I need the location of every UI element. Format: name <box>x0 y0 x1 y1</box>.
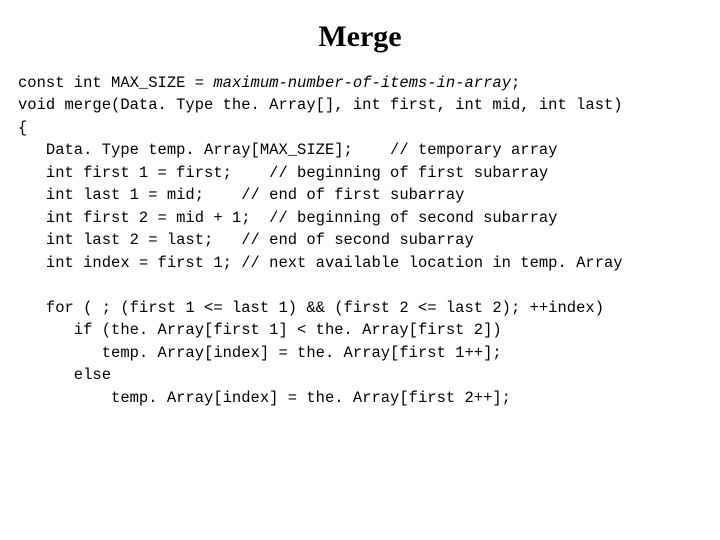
code-line-13: temp. Array[index] = the. Array[first 1+… <box>18 344 502 362</box>
code-line-8: int last 2 = last; // end of second suba… <box>18 231 474 249</box>
code-line-9: int index = first 1; // next available l… <box>18 254 623 272</box>
code-line-7: int first 2 = mid + 1; // beginning of s… <box>18 209 558 227</box>
slide: Merge const int MAX_SIZE = maximum-numbe… <box>0 0 720 540</box>
code-line-15: temp. Array[index] = the. Array[first 2+… <box>18 389 511 407</box>
code-line-1a: const int MAX_SIZE = <box>18 74 213 92</box>
code-line-1c: ; <box>511 74 520 92</box>
code-line-4: Data. Type temp. Array[MAX_SIZE]; // tem… <box>18 141 558 159</box>
code-line-12: if (the. Array[first 1] < the. Array[fir… <box>18 321 502 339</box>
code-line-5: int first 1 = first; // beginning of fir… <box>18 164 548 182</box>
code-line-2: void merge(Data. Type the. Array[], int … <box>18 96 623 114</box>
code-line-6: int last 1 = mid; // end of first subarr… <box>18 186 464 204</box>
code-line-1b: maximum-number-of-items-in-array <box>213 74 511 92</box>
code-line-3: { <box>18 119 27 137</box>
code-line-11: for ( ; (first 1 <= last 1) && (first 2 … <box>18 299 604 317</box>
code-line-14: else <box>18 366 111 384</box>
slide-title: Merge <box>18 20 702 54</box>
code-block: const int MAX_SIZE = maximum-number-of-i… <box>18 72 702 409</box>
